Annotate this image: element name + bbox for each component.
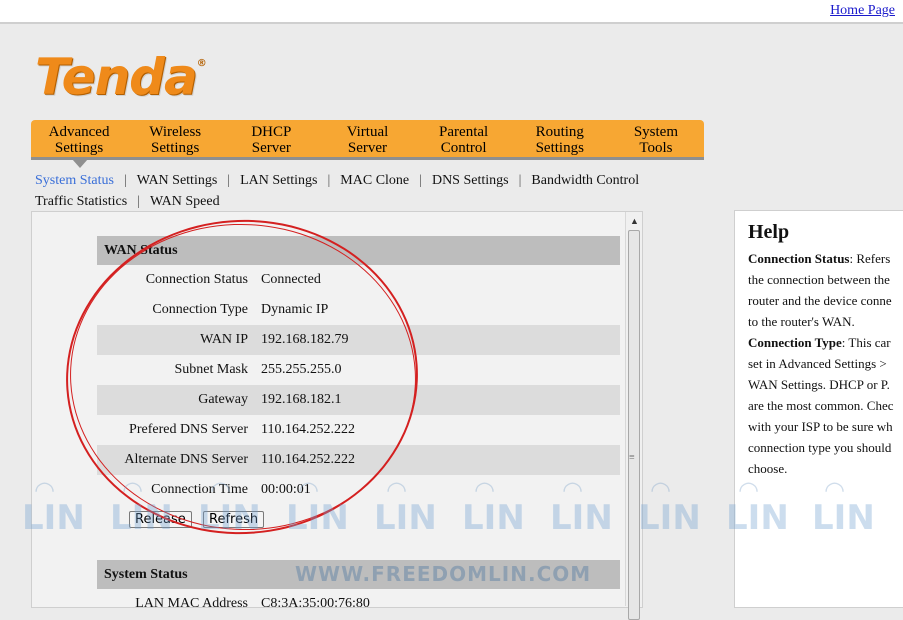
logo-text: Tenda [35, 48, 198, 106]
help-text: : This car set in Advanced Settings > WA… [748, 335, 894, 476]
help-paragraph: Connection Type: This car set in Advance… [748, 332, 903, 479]
registered-mark: ® [196, 58, 207, 69]
nav-label-line1: Parental [439, 124, 489, 140]
scroll-up-arrow-icon[interactable]: ▲ [630, 216, 639, 226]
subnav-separator: | [123, 173, 127, 188]
help-panel: Help Connection Status: Refers the conne… [734, 210, 903, 608]
scroll-grip-icon: ≡ [629, 452, 635, 463]
subnav-separator: | [137, 194, 140, 209]
nav-label-line2: Settings [535, 140, 584, 156]
subnav-separator: | [227, 173, 231, 188]
help-title: Help [748, 221, 790, 243]
subnav-separator: | [518, 173, 522, 188]
nav-label-line2: Settings [54, 140, 104, 156]
nav-label-line2: Server [251, 140, 291, 156]
subnav-traffic-statistics[interactable]: Traffic Statistics [35, 194, 127, 209]
vertical-scrollbar[interactable]: ▲ ≡ [625, 212, 642, 620]
nav-label-line2: Control [440, 140, 487, 156]
subnav-separator: | [419, 173, 422, 188]
nav-label-line1: Advanced [48, 124, 110, 140]
sub-nav: System Status | WAN Settings | LAN Settings |… [35, 170, 725, 212]
help-term: Connection Type [748, 335, 842, 350]
nav-routing-settings[interactable]: Routing Settings [512, 120, 608, 157]
top-bar: Home Page [0, 0, 903, 24]
subnav-separator: | [327, 173, 331, 188]
nav-dhcp-server[interactable]: DHCP Server [223, 120, 319, 157]
home-page-link[interactable]: Home Page [830, 3, 895, 19]
help-paragraph: Connection Status: Refers the connection… [748, 248, 903, 332]
subnav-system-status[interactable]: System Status [35, 173, 114, 188]
nav-label-line2: Tools [639, 140, 673, 156]
subnav-mac-clone[interactable]: MAC Clone [340, 173, 409, 188]
nav-label-line1: Routing [535, 124, 584, 140]
subnav-wan-speed[interactable]: WAN Speed [150, 194, 220, 209]
nav-label-line1: System [633, 124, 678, 140]
tenda-logo: Tenda® [35, 48, 207, 106]
nav-label-line1: Virtual [346, 124, 389, 140]
nav-label-line1: Wireless [149, 124, 202, 140]
row-label: LAN MAC Address [135, 596, 248, 611]
watermark-logo: ◠ LIN [374, 476, 437, 538]
scroll-thumb[interactable] [628, 230, 640, 620]
subnav-bandwidth-control[interactable]: Bandwidth Control [531, 173, 639, 188]
nav-virtual-server[interactable]: Virtual Server [319, 120, 415, 157]
watermark-url: WWW.FREEDOMLIN.COM [295, 562, 592, 586]
nav-parental-control[interactable]: Parental Control [416, 120, 512, 157]
nav-wireless-settings[interactable]: Wireless Settings [127, 120, 223, 157]
watermark-logo: ◠ LIN [550, 476, 613, 538]
main-nav: Advanced Settings Wireless Settings DHCP Se… [31, 120, 704, 160]
active-nav-caret [72, 159, 88, 168]
watermark-logo: ◠ LIN [198, 476, 261, 538]
watermark-logo: ◠ LIN [726, 476, 789, 538]
subnav-wan-settings[interactable]: WAN Settings [137, 173, 218, 188]
watermark-logo: ◠ LIN [286, 476, 349, 538]
nav-advanced-settings[interactable]: Advanced Settings [31, 120, 127, 157]
nav-label-line2: Settings [151, 140, 200, 156]
subnav-lan-settings[interactable]: LAN Settings [240, 173, 317, 188]
nav-system-tools[interactable]: System Tools [608, 120, 704, 157]
watermark-logo: ◠ LIN [638, 476, 701, 538]
subnav-dns-settings[interactable]: DNS Settings [432, 173, 509, 188]
nav-label-line1: DHCP [251, 124, 292, 140]
watermark-logo: ◠ LIN [812, 476, 875, 538]
table-row: LAN MAC Address C8:3A:35:00:76:80 [97, 589, 620, 619]
watermark-logo: ◠ LIN [462, 476, 525, 538]
watermark-logo: ◠ LIN [110, 476, 173, 538]
nav-label-line2: Server [347, 140, 388, 156]
watermark-logo: ◠ LIN [22, 476, 85, 538]
help-term: Connection Status [748, 251, 850, 266]
row-value: C8:3A:35:00:76:80 [261, 596, 370, 611]
